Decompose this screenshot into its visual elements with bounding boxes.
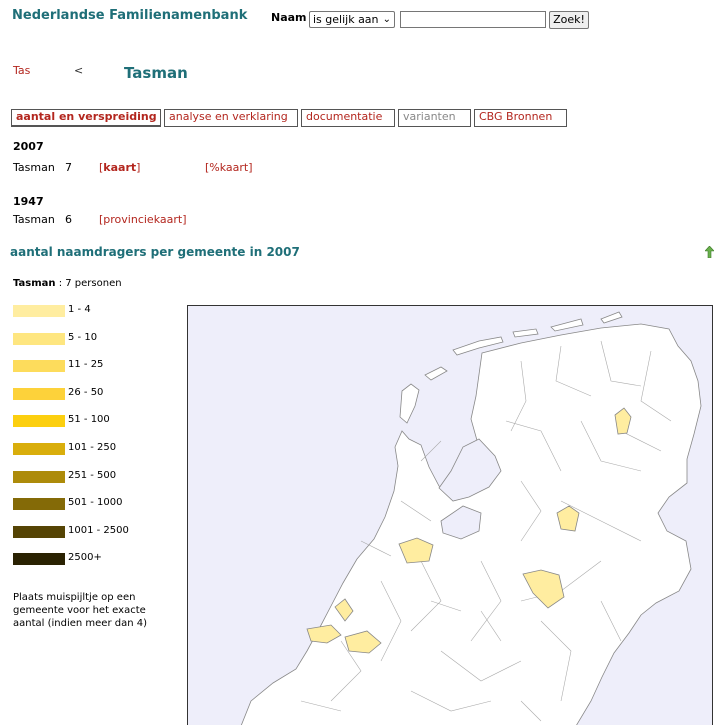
arrow-up-icon[interactable]	[705, 246, 714, 258]
legend-swatch	[13, 360, 65, 373]
map-svg	[240, 311, 702, 725]
site-title[interactable]: Nederlandse Familienamenbank	[12, 8, 247, 23]
legend-swatch	[13, 443, 65, 455]
netherlands-map[interactable]	[187, 305, 713, 725]
wadden-ameland	[512, 328, 539, 338]
year-heading-1947: 1947	[13, 195, 44, 208]
previous-arrow[interactable]: <	[74, 64, 83, 77]
legend-swatch	[13, 415, 65, 428]
tab-documentatie[interactable]: documentatie	[301, 109, 395, 127]
tab-varianten[interactable]: varianten	[398, 109, 471, 127]
census-name-2007: Tasman	[13, 161, 55, 174]
chevron-down-icon: ⌄	[382, 14, 391, 25]
hover-hint: Plaats muispijltje op een gemeente voor …	[13, 592, 148, 629]
legend-label: 2500+	[68, 552, 102, 564]
legend-label: 5 - 10	[68, 331, 98, 343]
legend-swatch	[13, 305, 65, 317]
census-name-1947: Tasman	[13, 213, 55, 226]
map-section-title: aantal naamdragers per gemeente in 2007	[10, 245, 300, 259]
search-mode-select[interactable]: is gelijk aan ⌄	[309, 11, 395, 28]
wadden-schiermonnikoog	[550, 318, 584, 332]
legend-label: 11 - 25	[68, 359, 104, 371]
person-count: Tasman : 7 personen	[13, 278, 122, 289]
census-count-2007: 7	[65, 161, 72, 174]
wadden-vlieland	[424, 366, 448, 381]
legend-label: 251 - 500	[68, 469, 117, 481]
page-title: Tasman	[124, 64, 188, 82]
legend-swatch	[13, 553, 65, 566]
legend-swatch	[13, 332, 65, 345]
previous-name-link[interactable]: Tas	[13, 64, 30, 77]
search-label: Naam	[271, 11, 307, 24]
year-heading-2007: 2007	[13, 140, 44, 153]
legend-label: 26 - 50	[68, 386, 104, 398]
legend-label: 101 - 250	[68, 442, 117, 453]
tab-cbg-bronnen[interactable]: CBG Bronnen	[474, 109, 567, 127]
wadden-texel	[399, 383, 420, 424]
legend-label: 501 - 1000	[68, 497, 123, 509]
legend-label: 1001 - 2500	[68, 524, 129, 536]
kaart-link[interactable]: [kaart]	[99, 161, 140, 174]
legend-swatch	[13, 470, 65, 483]
tab-analyse-en-verklaring[interactable]: analyse en verklaring	[164, 109, 298, 127]
legend-swatch	[13, 498, 65, 511]
percent-kaart-link[interactable]: [%kaart]	[205, 161, 253, 174]
provinciekaart-link[interactable]: [provinciekaart]	[99, 213, 187, 226]
legend-swatch	[13, 525, 65, 538]
census-count-1947: 6	[65, 213, 72, 226]
search-mode-value: is gelijk aan	[313, 13, 379, 26]
wadden-rottumeroog	[600, 311, 623, 324]
search-input[interactable]	[400, 11, 546, 28]
search-button[interactable]: Zoek!	[549, 11, 589, 29]
tab-aantal-en-verspreiding[interactable]: aantal en verspreiding	[11, 109, 161, 127]
legend-label: 51 - 100	[68, 414, 110, 426]
legend-label: 1 - 4	[68, 304, 91, 315]
legend-swatch	[13, 387, 65, 400]
